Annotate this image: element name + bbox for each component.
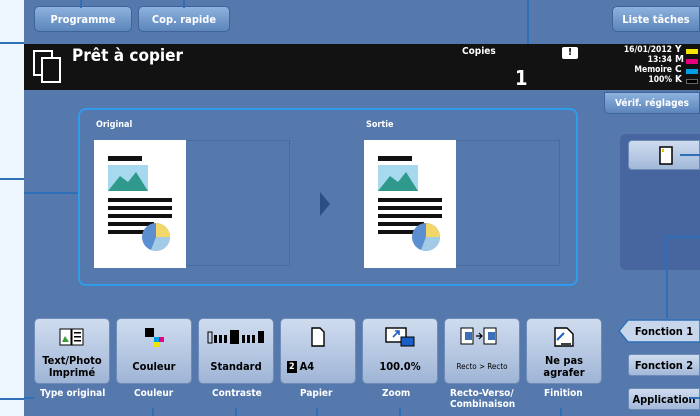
callout-line	[0, 398, 24, 400]
memory-label: Memoire	[634, 65, 672, 75]
contrast-value: Standard	[210, 360, 262, 373]
callout-line	[152, 408, 154, 416]
status-info: 16/01/2012 13:34 Memoire 100%	[608, 45, 672, 85]
copies-label: Copies	[462, 46, 496, 57]
arrow-right-icon	[320, 192, 330, 216]
status-title: Prêt à copier	[72, 46, 184, 66]
toner-letters: Y M C K	[675, 45, 684, 85]
caption-finishing: Finition	[544, 388, 583, 399]
status-date: 16/01/2012	[623, 45, 672, 55]
status-time: 13:34	[647, 55, 672, 65]
document-icon	[659, 146, 673, 165]
memory-value: 100%	[648, 75, 672, 85]
text-photo-icon	[59, 328, 84, 346]
caption-color: Couleur	[134, 388, 174, 399]
callout-line	[235, 408, 237, 416]
finishing-button[interactable]: Ne pas agrafer	[526, 318, 602, 384]
caption-contrast: Contraste	[212, 388, 262, 399]
callout-line	[399, 408, 401, 416]
duplex-button[interactable]: Recto > Recto	[444, 318, 520, 384]
toner-bar-cyan	[686, 69, 698, 74]
check-settings-button[interactable]: Vérif. réglages	[604, 92, 700, 114]
original-outline	[182, 140, 290, 266]
sortie-label: Sortie	[366, 120, 394, 130]
copies-count[interactable]: 1	[515, 66, 528, 90]
callout-line	[668, 236, 700, 238]
callout-line	[0, 178, 24, 180]
original-document-thumbnail	[94, 140, 186, 268]
caption-paper: Papier	[300, 388, 333, 399]
original-type-value: Text/Photo Imprimé	[42, 354, 102, 379]
paper-button[interactable]: 2 A4	[280, 318, 356, 384]
callout-line	[316, 408, 318, 416]
contrast-button[interactable]: Standard	[198, 318, 274, 384]
paper-value: A4	[299, 360, 315, 373]
original-type-button[interactable]: Text/Photo Imprimé	[34, 318, 110, 384]
toner-k: K	[675, 74, 682, 85]
zoom-icon	[385, 327, 415, 347]
callout-line	[680, 154, 700, 156]
programme-button[interactable]: Programme	[34, 6, 132, 32]
output-document-thumbnail	[364, 140, 456, 268]
callout-line	[183, 0, 185, 8]
caption-duplex: Recto-Verso/ Combinaison	[450, 388, 516, 410]
function1-button[interactable]: Fonction 1	[628, 319, 700, 343]
callout-line	[0, 42, 24, 44]
zoom-value: 100.0%	[379, 360, 421, 373]
output-outline	[452, 140, 560, 266]
job-list-button[interactable]: Liste tâches	[612, 6, 700, 32]
contrast-icon	[207, 330, 264, 344]
callout-line	[560, 408, 562, 416]
quick-copy-button[interactable]: Cop. rapide	[138, 6, 230, 32]
callout-line	[690, 397, 700, 399]
callout-line	[527, 0, 529, 50]
toner-bar-magenta	[686, 59, 698, 64]
caption-original-type: Type original	[40, 388, 106, 399]
toner-bar-black	[686, 79, 698, 84]
paper-icon	[311, 327, 325, 347]
application-button[interactable]: Application	[628, 388, 700, 410]
warning-icon[interactable]: !	[562, 47, 578, 59]
caption-zoom: Zoom	[382, 388, 411, 399]
color-value: Couleur	[132, 360, 176, 373]
staple-icon	[554, 327, 574, 347]
callout-line	[24, 397, 34, 399]
function2-button[interactable]: Fonction 2	[628, 354, 700, 376]
duplex-icon	[460, 327, 497, 345]
callout-line	[80, 0, 82, 8]
finishing-value: Ne pas agrafer	[543, 354, 585, 379]
duplex-value: Recto > Recto	[456, 362, 508, 371]
color-icon	[145, 328, 164, 347]
toner-bar-yellow	[686, 49, 698, 54]
original-label: Original	[96, 120, 133, 130]
color-button[interactable]: Couleur	[116, 318, 192, 384]
zoom-button[interactable]: 100.0%	[362, 318, 438, 384]
callout-line	[666, 236, 668, 318]
tray-number: 2	[287, 361, 297, 373]
copy-mode-icon	[33, 50, 61, 83]
callout-line	[24, 192, 80, 194]
